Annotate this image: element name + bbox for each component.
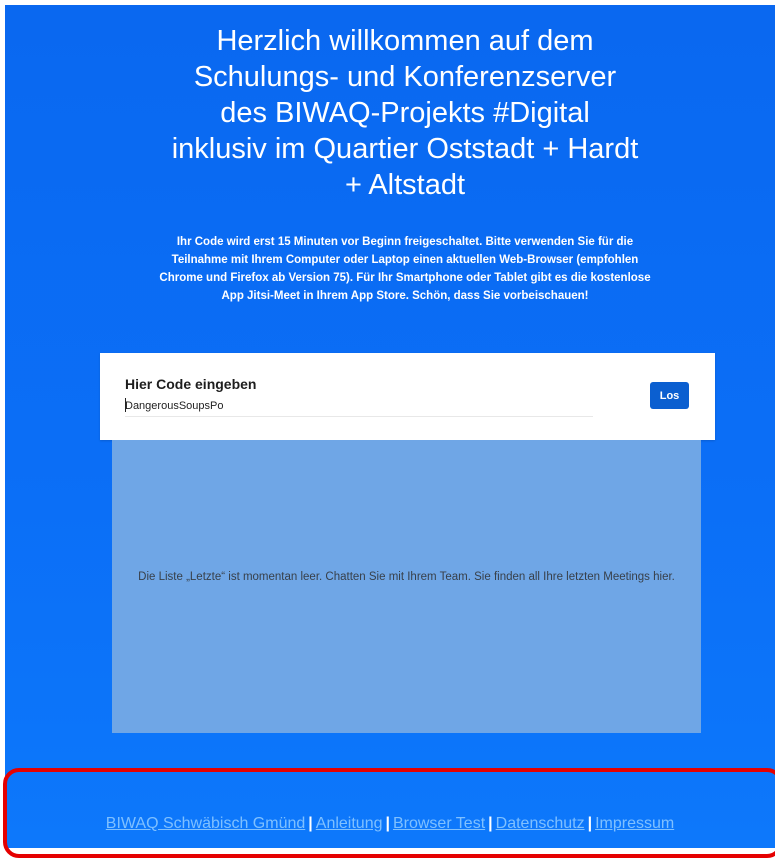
- code-entry-label: Hier Code eingeben: [125, 376, 257, 392]
- code-entry-card: Hier Code eingeben Los: [100, 353, 715, 440]
- go-button[interactable]: Los: [650, 382, 689, 409]
- footer-separator: |: [308, 815, 313, 832]
- footer-link-anleitung[interactable]: Anleitung: [316, 815, 383, 832]
- footer-separator: |: [587, 815, 593, 832]
- subtitle-line: Teilnahme mit Ihrem Computer oder Laptop…: [171, 254, 639, 266]
- title-line: inklusiv im Quartier Oststadt + Hardt: [171, 133, 639, 165]
- recent-meetings-panel: Die Liste „Letzte“ ist momentan leer. Ch…: [112, 440, 701, 733]
- footer-link-biwaq[interactable]: BIWAQ Schwäbisch Gmünd: [106, 815, 305, 832]
- footer-links: BIWAQ Schwäbisch Gmünd | Anleitung | Browser…: [5, 815, 775, 833]
- page-title: Herzlich willkommen auf dem Schulungs- u…: [105, 23, 705, 203]
- recent-empty-message: Die Liste „Letzte“ ist momentan leer. Ch…: [138, 571, 675, 583]
- footer-link-impressum[interactable]: Impressum: [595, 815, 674, 832]
- code-input[interactable]: [125, 396, 593, 417]
- text-cursor: [125, 398, 126, 412]
- subtitle-line: Chrome und Firefox ab Version 75). Für I…: [159, 272, 651, 284]
- footer-separator: |: [488, 815, 493, 832]
- subtitle-line: App Jitsi-Meet in Ihrem App Store. Schön…: [221, 290, 589, 302]
- welcome-page: Herzlich willkommen auf dem Schulungs- u…: [5, 5, 775, 848]
- subtitle-line: Ihr Code wird erst 15 Minuten vor Beginn…: [176, 236, 634, 248]
- page-subtitle: Ihr Code wird erst 15 Minuten vor Beginn…: [135, 233, 675, 305]
- title-line: Schulungs- und Konferenzserver: [193, 61, 617, 93]
- footer-link-datenschutz[interactable]: Datenschutz: [496, 815, 585, 832]
- title-line: des BIWAQ-Projekts #Digital: [220, 97, 590, 129]
- title-line: + Altstadt: [344, 169, 466, 201]
- title-line: Herzlich willkommen auf dem: [216, 25, 594, 57]
- footer-separator: |: [385, 815, 390, 832]
- footer-link-browser-test[interactable]: Browser Test: [393, 815, 485, 832]
